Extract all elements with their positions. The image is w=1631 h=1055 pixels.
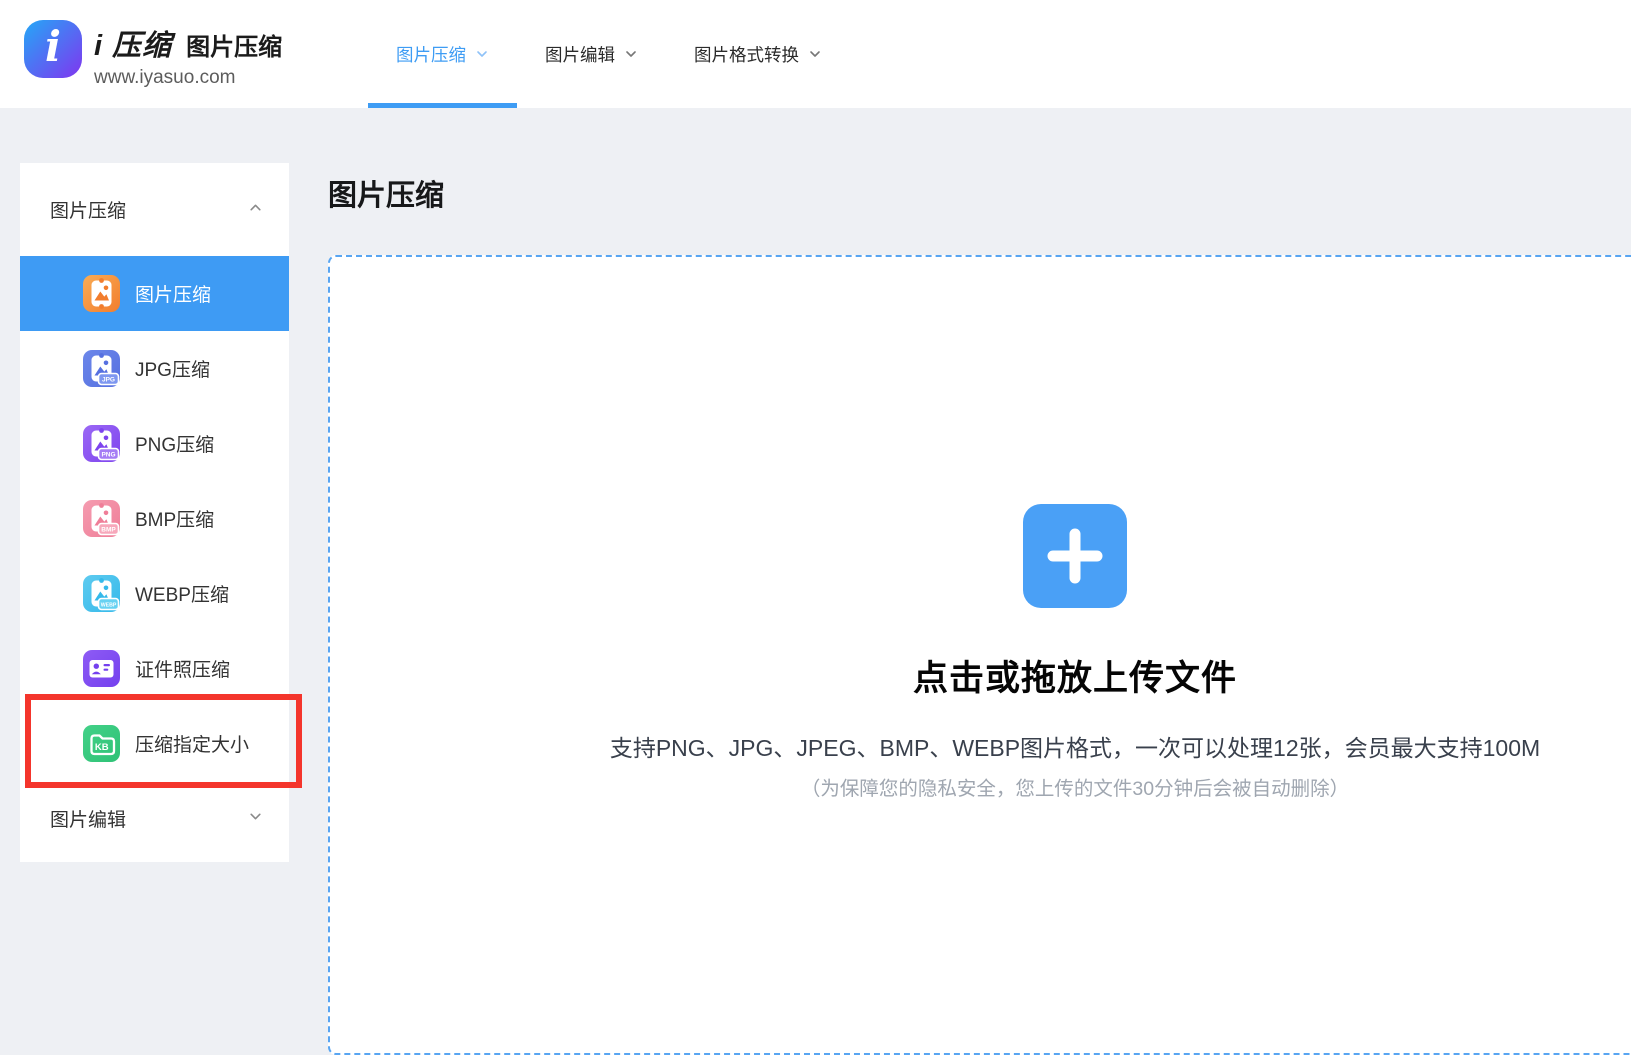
compress-to-size-icon: KB: [83, 725, 120, 762]
sidebar-section-image-compress[interactable]: 图片压缩: [20, 163, 289, 256]
jpg-compress-icon: JPG: [83, 350, 120, 387]
chevron-up-icon: [248, 199, 263, 221]
svg-text:BMP: BMP: [101, 527, 116, 534]
chevron-down-icon: [475, 47, 489, 61]
logo-link[interactable]: i i 压缩 图片压缩 www.iyasuo.com: [24, 20, 282, 89]
sidebar-section-label: 图片压缩: [50, 196, 126, 223]
svg-text:KB: KB: [95, 742, 109, 753]
png-compress-icon: PNG: [83, 425, 120, 462]
nav-item-format-convert[interactable]: 图片格式转换: [666, 0, 850, 108]
svg-text:WEBP: WEBP: [101, 603, 117, 609]
chevron-down-icon: [624, 47, 638, 61]
chevron-down-icon: [808, 47, 822, 61]
top-header: i i 压缩 图片压缩 www.iyasuo.com 图片压缩 图片编辑 图片格…: [0, 0, 1631, 108]
sidebar: 图片压缩 图片压缩 JPG JPG压缩: [20, 163, 289, 862]
sidebar-section-label: 图片编辑: [50, 805, 126, 832]
upload-heading: 点击或拖放上传文件: [913, 650, 1237, 701]
sidebar-item-label: 压缩指定大小: [135, 730, 249, 757]
sidebar-item-png-compress[interactable]: PNG PNG压缩: [20, 406, 289, 481]
webp-compress-icon: WEBP: [83, 575, 120, 612]
nav-item-label: 图片编辑: [545, 42, 615, 67]
sidebar-item-image-compress[interactable]: 图片压缩: [20, 256, 289, 331]
sidebar-item-label: WEBP压缩: [135, 580, 229, 607]
logo-letter: i: [45, 26, 61, 68]
sidebar-items: 图片压缩 JPG JPG压缩 PNG PNG压缩: [20, 256, 289, 781]
brand-title: i 压缩: [94, 22, 172, 64]
sidebar-item-label: 图片压缩: [135, 280, 211, 307]
sidebar-section-image-edit[interactable]: 图片编辑: [20, 781, 289, 856]
sidebar-item-idphoto-compress[interactable]: 证件照压缩: [20, 631, 289, 706]
idphoto-compress-icon: [83, 650, 120, 687]
nav-item-image-edit[interactable]: 图片编辑: [517, 0, 666, 108]
brand-url: www.iyasuo.com: [94, 67, 282, 89]
sidebar-item-label: JPG压缩: [135, 355, 210, 382]
sidebar-item-bmp-compress[interactable]: BMP BMP压缩: [20, 481, 289, 556]
nav-item-label: 图片格式转换: [694, 42, 799, 67]
sidebar-item-webp-compress[interactable]: WEBP WEBP压缩: [20, 556, 289, 631]
upload-formats-note: 支持PNG、JPG、JPEG、BMP、WEBP图片格式，一次可以处理12张，会员…: [610, 729, 1540, 763]
sidebar-item-compress-to-size[interactable]: KB 压缩指定大小: [20, 706, 289, 781]
brand-product: 图片压缩: [186, 27, 282, 62]
upload-plus-button[interactable]: [1023, 504, 1127, 608]
brand-text: i 压缩 图片压缩 www.iyasuo.com: [94, 20, 282, 89]
sidebar-item-jpg-compress[interactable]: JPG JPG压缩: [20, 331, 289, 406]
svg-text:PNG: PNG: [101, 452, 115, 459]
logo-icon: i: [24, 20, 82, 78]
top-nav: 图片压缩 图片编辑 图片格式转换: [368, 0, 850, 108]
sidebar-item-label: BMP压缩: [135, 505, 214, 532]
bmp-compress-icon: BMP: [83, 500, 120, 537]
sidebar-item-label: PNG压缩: [135, 430, 214, 457]
chevron-down-icon: [248, 808, 263, 830]
svg-text:JPG: JPG: [102, 377, 115, 384]
image-compress-icon: [83, 275, 120, 312]
upload-privacy-note: （为保障您的隐私安全，您上传的文件30分钟后会被自动删除）: [801, 772, 1349, 801]
page-title: 图片压缩: [328, 172, 444, 214]
nav-item-label: 图片压缩: [396, 42, 466, 67]
upload-dropzone[interactable]: 点击或拖放上传文件 支持PNG、JPG、JPEG、BMP、WEBP图片格式，一次…: [328, 255, 1631, 1055]
sidebar-item-label: 证件照压缩: [135, 655, 230, 682]
plus-icon: [1047, 528, 1103, 584]
nav-item-image-compress[interactable]: 图片压缩: [368, 0, 517, 108]
